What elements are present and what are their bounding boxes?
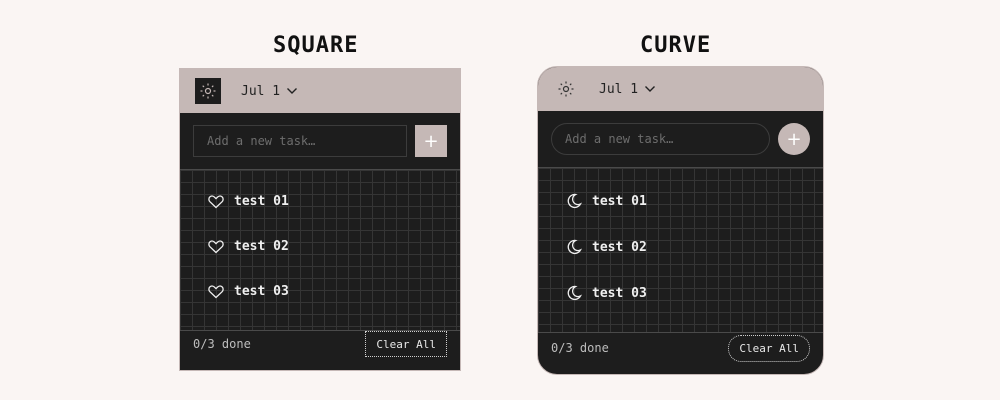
task-label: test 01 xyxy=(234,194,289,209)
chevron-down-icon xyxy=(645,86,656,92)
heart-icon xyxy=(208,284,224,298)
task-list: test 01 test 02 test 03 xyxy=(538,167,823,333)
theme-toggle-button[interactable] xyxy=(195,78,221,104)
date-selector[interactable]: Jul 1 xyxy=(599,82,656,97)
task-label: test 01 xyxy=(592,193,647,209)
new-task-input[interactable] xyxy=(551,123,770,155)
moon-icon xyxy=(567,239,582,255)
heart-icon xyxy=(208,239,224,253)
list-item[interactable]: test 01 xyxy=(208,194,289,209)
task-list: test 01 test 02 test 03 xyxy=(180,169,460,331)
list-item[interactable]: test 03 xyxy=(566,285,647,301)
list-item[interactable]: test 02 xyxy=(566,239,647,255)
list-item[interactable]: test 01 xyxy=(566,193,647,209)
task-label: test 02 xyxy=(234,239,289,254)
clear-all-button[interactable]: Clear All xyxy=(728,334,810,362)
date-label: Jul 1 xyxy=(241,83,281,99)
add-task-button[interactable]: + xyxy=(778,123,810,155)
done-count: 0/3 done xyxy=(193,337,251,351)
sun-icon xyxy=(200,83,216,99)
heart-icon xyxy=(208,194,224,208)
moon-icon xyxy=(567,285,582,301)
task-label: test 02 xyxy=(592,239,647,255)
widget-header: Jul 1 xyxy=(180,69,460,113)
add-task-button[interactable]: + xyxy=(415,125,447,157)
widget-footer: 0/3 done Clear All xyxy=(193,324,447,364)
curve-title: CURVE xyxy=(640,33,712,58)
chevron-down-icon xyxy=(287,88,298,94)
list-item[interactable]: test 02 xyxy=(208,239,289,254)
task-label: test 03 xyxy=(592,285,647,301)
widget-header: Jul 1 xyxy=(538,67,823,111)
widget-footer: 0/3 done Clear All xyxy=(551,328,810,368)
new-task-input[interactable] xyxy=(193,125,407,157)
clear-all-button[interactable]: Clear All xyxy=(365,331,447,357)
date-selector[interactable]: Jul 1 xyxy=(241,84,298,99)
sun-icon xyxy=(558,81,574,97)
square-title: SQUARE xyxy=(273,33,359,58)
moon-icon xyxy=(567,193,582,209)
task-entry: + xyxy=(551,123,810,155)
task-entry: + xyxy=(193,125,447,157)
square-todo-widget: Jul 1 + test 01 test 02 test 03 xyxy=(179,68,461,371)
date-label: Jul 1 xyxy=(599,81,639,97)
task-label: test 03 xyxy=(234,284,289,299)
curve-todo-widget: Jul 1 + test 01 test 02 test 03 xyxy=(537,66,824,375)
done-count: 0/3 done xyxy=(551,341,609,355)
list-item[interactable]: test 03 xyxy=(208,284,289,299)
theme-toggle-button[interactable] xyxy=(553,76,579,102)
